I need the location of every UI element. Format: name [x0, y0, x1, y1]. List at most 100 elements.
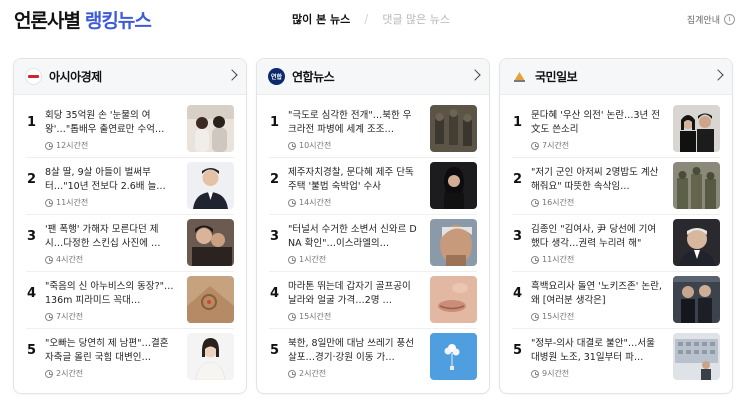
time-ago: 15시간전 [531, 311, 574, 322]
headline-link[interactable]: 북한, 8일만에 대남 쓰레기 풍선 살포…경기·강원 이동 가… [288, 337, 419, 365]
thumbnail-image[interactable] [673, 162, 720, 209]
time-ago: 14시간전 [288, 197, 331, 208]
headline-link[interactable]: "죽음의 신 아누비스의 동장?"…136m 피라미드 꼭대… [45, 280, 176, 308]
news-item[interactable]: 2 8살 딸, 9살 아들이 벌써부터…"10년 전보다 2.6배 늘… 11시… [14, 157, 246, 217]
rank-number: 3 [27, 229, 37, 244]
headline-link[interactable]: '팬 폭행' 가해자 모른다던 제시…다정한 스킨십 사진에 … [45, 223, 176, 251]
rank-number: 5 [270, 343, 280, 358]
thumbnail-image[interactable] [673, 333, 720, 380]
news-item[interactable]: 5 "오빠는 당연히 제 남편"…결혼 자축글 올린 국힘 대변인… 2시간전 [14, 328, 246, 388]
news-item[interactable]: 3 김종인 "김여사, 尹 당선에 기여했다 생각…권력 누리려 해" 11시간… [500, 214, 732, 274]
clock-icon [45, 255, 53, 264]
chevron-right-icon[interactable] [469, 69, 481, 81]
tab-divider: / [364, 12, 369, 26]
rank-number: 1 [27, 115, 37, 130]
news-item[interactable]: 4 흑백요리사 돌연 '노키즈존' 논란, 왜 [여러분 생각은] 15시간전 [500, 271, 732, 331]
time-ago: 7시간전 [531, 140, 569, 151]
thumbnail-image[interactable] [187, 276, 234, 323]
headline-link[interactable]: 흑백요리사 돌연 '노키즈존' 논란, 왜 [여러분 생각은] [531, 280, 662, 308]
press-card-yonhap: 연합 연합뉴스 1 "극도로 심각한 전개"…북한 우크라전 파병에 세계 조조… [256, 58, 490, 394]
news-item[interactable]: 2 "저기 군인 아저씨 2명밥도 계산해줘요" 따뜻한 속삭임… 16시간전 [500, 157, 732, 217]
press-name: 연합뉴스 [292, 70, 335, 84]
press-header[interactable]: 아시아경제 [14, 59, 246, 95]
headline-link[interactable]: "오빠는 당연히 제 남편"…결혼 자축글 올린 국힘 대변인… [45, 337, 176, 365]
press-name: 국민일보 [535, 70, 578, 84]
tab-most-commented[interactable]: 댓글 많은 뉴스 [382, 11, 450, 27]
press-header[interactable]: 국민일보 [500, 59, 732, 95]
title-accent: 랭킹뉴스 [84, 10, 152, 32]
time-ago: 12시간전 [45, 140, 88, 151]
time-ago: 2시간전 [288, 368, 326, 379]
time-ago: 1시간전 [288, 254, 326, 265]
headline-link[interactable]: 문다혜 '우산 의전' 논란…3년 전 文도 쓴소리 [531, 109, 662, 137]
news-item[interactable]: 5 북한, 8일만에 대남 쓰레기 풍선 살포…경기·강원 이동 가… 2시간전 [257, 328, 489, 388]
chevron-right-icon[interactable] [712, 69, 724, 81]
thumbnail-image[interactable] [187, 333, 234, 380]
clock-icon [288, 369, 296, 378]
thumbnail-image[interactable] [187, 105, 234, 152]
thumbnail-image[interactable] [187, 162, 234, 209]
clock-icon [531, 369, 539, 378]
rank-number: 4 [513, 286, 523, 301]
yonhap-logo-icon: 연합 [268, 68, 285, 85]
rank-number: 2 [270, 172, 280, 187]
headline-link[interactable]: 마라톤 뛰는데 갑자기 골프공이 날라와 얼굴 가격…2명 … [288, 280, 419, 308]
news-item[interactable]: 4 "죽음의 신 아누비스의 동장?"…136m 피라미드 꼭대… 7시간전 [14, 271, 246, 331]
news-item[interactable]: 5 "정부-의사 대결로 불안"…서울대병원 노조, 31일부터 파… 9시간전 [500, 328, 732, 388]
rank-number: 1 [270, 115, 280, 130]
thumbnail-image[interactable] [430, 105, 477, 152]
thumbnail-image[interactable] [673, 276, 720, 323]
clock-icon [45, 369, 53, 378]
clock-icon [45, 312, 53, 321]
time-ago: 2시간전 [45, 368, 83, 379]
page-title: 언론사별 랭킹뉴스 [14, 6, 152, 33]
time-ago: 11시간전 [45, 197, 88, 208]
news-item[interactable]: 1 "극도로 심각한 전개"…북한 우크라전 파병에 세계 조조… 10시간전 [257, 103, 489, 160]
clock-icon [288, 198, 296, 207]
headline-link[interactable]: 제주자치경찰, 문다혜 제주 단독주택 '불법 숙박업' 수사 [288, 166, 419, 194]
thumbnail-image[interactable] [430, 276, 477, 323]
news-item[interactable]: 1 회당 35억원 손 '눈물의 여왕'…"톱배우 출연료만 수억… 12시간전 [14, 103, 246, 160]
press-card-kmib: 국민일보 1 문다혜 '우산 의전' 논란…3년 전 文도 쓴소리 7시간전 2… [499, 58, 733, 394]
thumbnail-image[interactable] [673, 105, 720, 152]
rank-number: 1 [513, 115, 523, 130]
headline-link[interactable]: 김종인 "김여사, 尹 당선에 기여했다 생각…권력 누리려 해" [531, 223, 662, 251]
info-label: 집계안내 [686, 16, 720, 26]
clock-icon [288, 255, 296, 264]
time-ago: 15시간전 [288, 311, 331, 322]
clock-icon [531, 141, 539, 150]
thumbnail-image[interactable] [430, 162, 477, 209]
thumbnail-image[interactable] [430, 333, 477, 380]
rank-number: 4 [270, 286, 280, 301]
news-item[interactable]: 3 "터널서 수거한 소변서 신와르 DNA 확인"…이스라엘의… 1시간전 [257, 214, 489, 274]
title-plain: 언론사별 [14, 10, 81, 32]
thumbnail-image[interactable] [187, 219, 234, 266]
kmib-logo-icon [511, 68, 528, 85]
chevron-right-icon[interactable] [226, 69, 238, 81]
rank-number: 4 [27, 286, 37, 301]
news-item[interactable]: 2 제주자치경찰, 문다혜 제주 단독주택 '불법 숙박업' 수사 14시간전 [257, 157, 489, 217]
headline-link[interactable]: "극도로 심각한 전개"…북한 우크라전 파병에 세계 조조… [288, 109, 419, 137]
clock-icon [531, 255, 539, 264]
time-ago: 4시간전 [45, 254, 83, 265]
news-item[interactable]: 1 문다혜 '우산 의전' 논란…3년 전 文도 쓴소리 7시간전 [500, 103, 732, 160]
clock-icon [531, 312, 539, 321]
time-ago: 16시간전 [531, 197, 574, 208]
headline-link[interactable]: "터널서 수거한 소변서 신와르 DNA 확인"…이스라엘의… [288, 223, 419, 251]
headline-link[interactable]: 회당 35억원 손 '눈물의 여왕'…"톱배우 출연료만 수억… [45, 109, 176, 137]
clock-icon [45, 141, 53, 150]
headline-link[interactable]: "저기 군인 아저씨 2명밥도 계산해줘요" 따뜻한 속삭임… [531, 166, 662, 194]
press-header[interactable]: 연합 연합뉴스 [257, 59, 489, 95]
aggregation-info-link[interactable]: 집계안내 i [687, 13, 735, 26]
info-icon: i [724, 14, 735, 25]
time-ago: 10시간전 [288, 140, 331, 151]
ranking-tabs: 많이 본 뉴스 / 댓글 많은 뉴스 [292, 11, 450, 27]
headline-link[interactable]: 8살 딸, 9살 아들이 벌써부터…"10년 전보다 2.6배 늘… [45, 166, 176, 194]
thumbnail-image[interactable] [430, 219, 477, 266]
news-item[interactable]: 4 마라톤 뛰는데 갑자기 골프공이 날라와 얼굴 가격…2명 … 15시간전 [257, 271, 489, 331]
news-item[interactable]: 3 '팬 폭행' 가해자 모른다던 제시…다정한 스킨십 사진에 … 4시간전 [14, 214, 246, 274]
tab-most-viewed[interactable]: 많이 본 뉴스 [292, 11, 350, 27]
clock-icon [531, 198, 539, 207]
thumbnail-image[interactable] [673, 219, 720, 266]
headline-link[interactable]: "정부-의사 대결로 불안"…서울대병원 노조, 31일부터 파… [531, 337, 662, 365]
